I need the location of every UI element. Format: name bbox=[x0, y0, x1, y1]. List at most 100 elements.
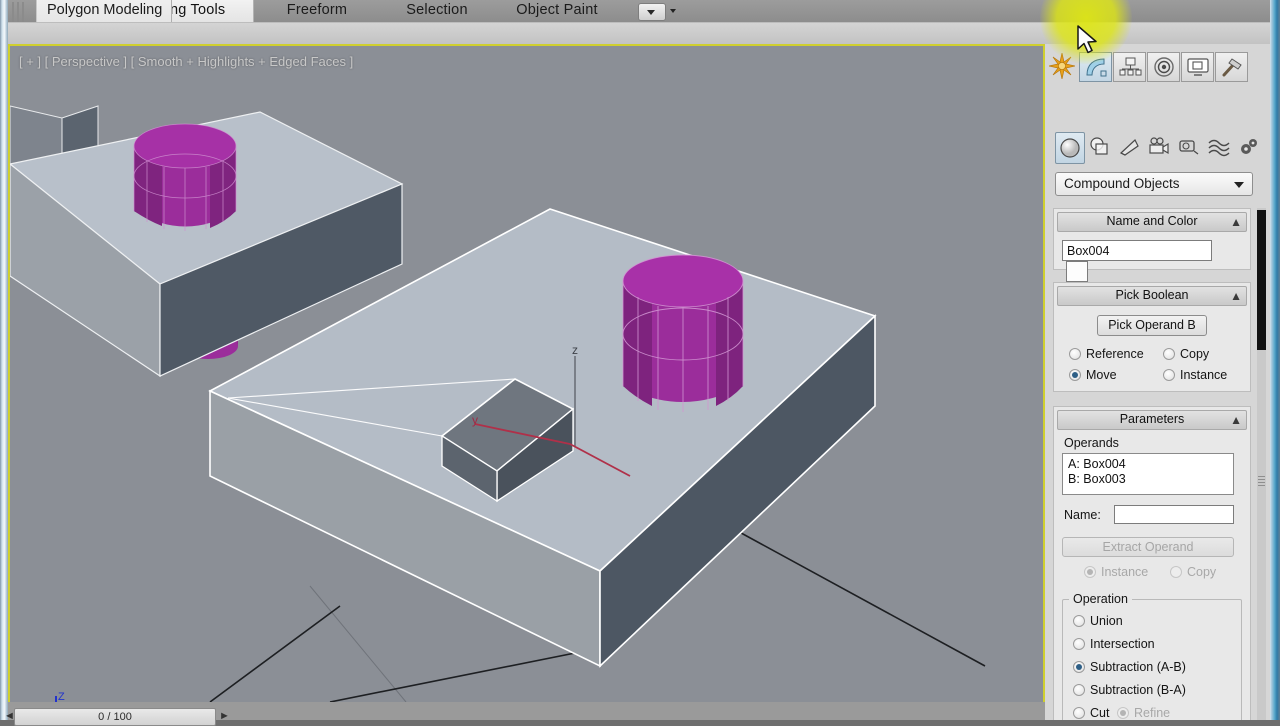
modify-icon bbox=[1119, 57, 1141, 76]
list-item[interactable]: A: Box004 bbox=[1068, 457, 1228, 472]
ribbon-subtab-polygon-modeling[interactable]: Polygon Modeling bbox=[38, 0, 173, 22]
category-shapes[interactable] bbox=[1085, 132, 1113, 162]
command-panel-resize-grip[interactable] bbox=[1258, 474, 1265, 490]
window-left-border bbox=[0, 0, 8, 720]
svg-text:Z: Z bbox=[58, 691, 65, 702]
timeline-value: 0 / 100 bbox=[98, 711, 132, 723]
rollout-parameters: Parameters ▲ Operands A: Box004 B: Box00… bbox=[1053, 406, 1251, 720]
radio-reference[interactable]: Reference bbox=[1069, 347, 1144, 362]
category-geometry[interactable] bbox=[1055, 132, 1085, 164]
radio-label: Instance bbox=[1101, 565, 1149, 579]
radio-subtraction-a-b[interactable]: Subtraction (A-B) bbox=[1073, 660, 1235, 675]
light-icon bbox=[1119, 139, 1139, 156]
category-helpers[interactable] bbox=[1175, 132, 1203, 162]
radio-label: Copy bbox=[1187, 565, 1217, 579]
radio-copy[interactable]: Copy bbox=[1163, 347, 1209, 362]
ribbon: Graphite Modeling Tools Freeform Selecti… bbox=[8, 0, 1270, 45]
list-item[interactable]: B: Box003 bbox=[1068, 472, 1228, 487]
rollout-title: Pick Boolean bbox=[1115, 288, 1189, 302]
radio-label: Cut bbox=[1090, 706, 1110, 720]
ribbon-tab-object-paint[interactable]: Object Paint bbox=[492, 0, 622, 22]
radio-label: Copy bbox=[1180, 347, 1210, 361]
radio-label: Subtraction (A-B) bbox=[1090, 660, 1186, 674]
radio-label: Intersection bbox=[1090, 637, 1155, 651]
radio-label: Instance bbox=[1180, 368, 1228, 382]
camera-icon bbox=[1149, 137, 1169, 155]
create-tab[interactable] bbox=[1079, 52, 1112, 82]
gear-systems-icon bbox=[1241, 139, 1257, 154]
chevron-up-icon: ▲ bbox=[1230, 289, 1242, 303]
ribbon-tab-label: Object Paint bbox=[516, 2, 598, 18]
radio-union[interactable]: Union bbox=[1073, 614, 1235, 629]
radio-cut[interactable]: Cut bbox=[1073, 706, 1109, 720]
radio-instance[interactable]: Instance bbox=[1163, 368, 1227, 383]
chevron-down-icon[interactable] bbox=[670, 9, 676, 13]
rollout-title: Name and Color bbox=[1106, 214, 1198, 228]
operand-name-input[interactable] bbox=[1114, 505, 1234, 524]
radio-subtraction-b-a[interactable]: Subtraction (B-A) bbox=[1073, 683, 1235, 698]
modify-tab[interactable] bbox=[1113, 52, 1146, 82]
ribbon-subtab-label: Polygon Modeling bbox=[47, 2, 163, 18]
pick-operand-b-label: Pick Operand B bbox=[1108, 318, 1196, 332]
operation-group: Operation Union Intersection Subtraction… bbox=[1062, 592, 1242, 720]
radio-label: Move bbox=[1086, 368, 1117, 382]
command-panel: Compound Objects Name and Color ▲ Pick B… bbox=[1045, 44, 1270, 720]
window-right-border bbox=[1270, 0, 1280, 720]
ribbon-tab-selection[interactable]: Selection bbox=[382, 0, 492, 22]
motion-tab[interactable] bbox=[1181, 52, 1214, 82]
operands-group-label: Operands bbox=[1064, 436, 1119, 450]
ribbon-tab-freeform[interactable]: Freeform bbox=[252, 0, 382, 22]
pick-operand-b-button[interactable]: Pick Operand B bbox=[1097, 315, 1207, 336]
command-panel-scrollbar-thumb[interactable] bbox=[1257, 210, 1266, 350]
radio-refine[interactable]: Refine bbox=[1117, 706, 1170, 720]
utilities-hammer-icon bbox=[1222, 58, 1242, 77]
category-systems[interactable] bbox=[1235, 132, 1263, 162]
object-category-value: Compound Objects bbox=[1064, 176, 1180, 191]
radio-intersection[interactable]: Intersection bbox=[1073, 637, 1235, 652]
viewport-label[interactable]: [ + ] [ Perspective ] [ Smooth + Highlig… bbox=[19, 54, 353, 69]
shapes-icon bbox=[1090, 137, 1108, 155]
extract-operand-button[interactable]: Extract Operand bbox=[1062, 537, 1234, 557]
object-color-swatch[interactable] bbox=[1066, 261, 1088, 282]
command-panel-tabs bbox=[1045, 46, 1270, 82]
operands-list[interactable]: A: Box004 B: Box003 bbox=[1062, 453, 1234, 495]
rollout-pick-boolean: Pick Boolean ▲ Pick Operand B Reference … bbox=[1053, 282, 1251, 392]
hierarchy-icon bbox=[1153, 57, 1174, 77]
radio-label: Union bbox=[1090, 614, 1123, 628]
object-category-row bbox=[1055, 132, 1260, 166]
ribbon-tab-label: Freeform bbox=[286, 2, 348, 18]
rollout-header-name-and-color[interactable]: Name and Color ▲ bbox=[1057, 212, 1247, 232]
radio-label: Refine bbox=[1134, 706, 1171, 720]
ribbon-tab-label: Selection bbox=[406, 2, 468, 18]
rollout-header-parameters[interactable]: Parameters ▲ bbox=[1057, 410, 1247, 430]
chevron-up-icon: ▲ bbox=[1230, 413, 1242, 427]
radio-extract-copy[interactable]: Copy bbox=[1170, 565, 1216, 580]
perspective-viewport[interactable]: z y [ + ] [ Perspective ] [ Smooth + Hig… bbox=[10, 46, 1043, 702]
arrow-right-icon[interactable]: ► bbox=[219, 710, 230, 722]
operation-group-label: Operation bbox=[1069, 592, 1132, 606]
chevron-up-icon: ▲ bbox=[1230, 215, 1242, 229]
object-name-input[interactable] bbox=[1062, 240, 1212, 261]
category-cameras[interactable] bbox=[1145, 132, 1173, 162]
rollout-header-pick-boolean[interactable]: Pick Boolean ▲ bbox=[1057, 286, 1247, 306]
category-space-warps[interactable] bbox=[1205, 132, 1233, 162]
display-tab[interactable] bbox=[1215, 52, 1248, 82]
tape-helper-icon bbox=[1179, 140, 1199, 155]
operand-name-label: Name: bbox=[1064, 508, 1101, 522]
category-lights[interactable] bbox=[1115, 132, 1143, 162]
extract-operand-label: Extract Operand bbox=[1102, 540, 1194, 554]
rollout-name-and-color: Name and Color ▲ bbox=[1053, 208, 1251, 282]
radio-move[interactable]: Move bbox=[1069, 368, 1117, 383]
chevron-down-icon bbox=[1234, 182, 1244, 188]
rollout-title: Parameters bbox=[1119, 412, 1185, 426]
ribbon-overflow-dropdown-button[interactable] bbox=[638, 3, 666, 21]
hierarchy-tab[interactable] bbox=[1147, 52, 1180, 82]
sphere-icon bbox=[1060, 138, 1080, 158]
object-category-dropdown[interactable]: Compound Objects bbox=[1055, 172, 1253, 196]
radio-label: Reference bbox=[1086, 347, 1144, 361]
create-icon bbox=[1085, 58, 1106, 77]
timeline-slider[interactable]: 0 / 100 bbox=[14, 708, 216, 726]
radio-extract-instance[interactable]: Instance bbox=[1084, 565, 1148, 580]
viewport-scene: z y bbox=[10, 46, 1043, 702]
svg-text:y: y bbox=[472, 413, 478, 427]
